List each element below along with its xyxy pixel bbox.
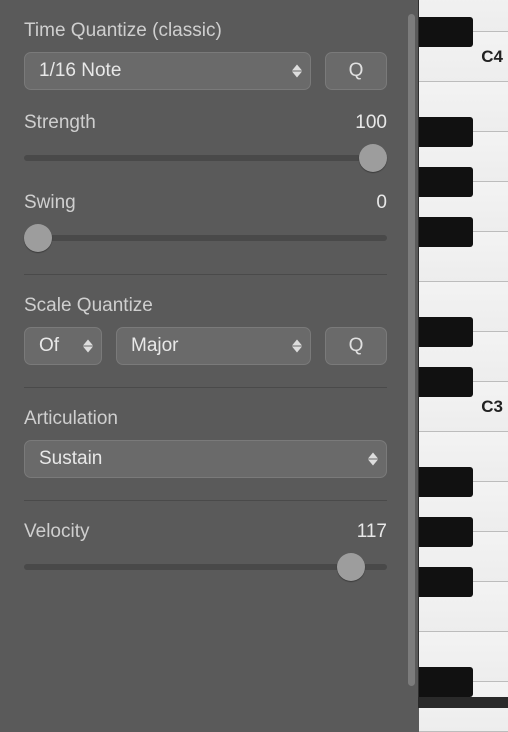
time-quantize-value: 1/16 Note [39, 60, 121, 82]
time-quantize-section: Time Quantize (classic) 1/16 Note Q Stre… [24, 20, 387, 275]
time-quantize-q-button[interactable]: Q [325, 52, 387, 90]
scale-root-select[interactable]: Of [24, 327, 102, 365]
piano-black-key[interactable] [419, 467, 473, 497]
scale-type-select[interactable]: Major [116, 327, 311, 365]
time-quantize-select[interactable]: 1/16 Note [24, 52, 311, 90]
scrollbar-thumb[interactable] [408, 14, 415, 686]
swing-value: 0 [376, 192, 387, 214]
strength-value: 100 [355, 112, 387, 134]
articulation-label: Articulation [24, 408, 118, 430]
strength-slider-thumb[interactable] [359, 144, 387, 172]
swing-slider[interactable] [24, 224, 387, 252]
scrollbar[interactable] [405, 0, 418, 697]
articulation-section: Articulation Sustain [24, 408, 387, 501]
piano-black-key[interactable] [419, 17, 473, 47]
stepper-icon [292, 340, 302, 353]
piano-black-key[interactable] [419, 317, 473, 347]
swing-slider-thumb[interactable] [24, 224, 52, 252]
articulation-select[interactable]: Sustain [24, 440, 387, 478]
velocity-label: Velocity [24, 521, 89, 543]
piano-black-key[interactable] [419, 517, 473, 547]
stepper-icon [368, 453, 378, 466]
strength-slider[interactable] [24, 144, 387, 172]
scale-type-value: Major [131, 335, 179, 357]
piano-black-key[interactable] [419, 117, 473, 147]
scale-quantize-section: Scale Quantize Of Major Q [24, 295, 387, 388]
piano-black-key[interactable] [419, 367, 473, 397]
articulation-value: Sustain [39, 448, 102, 470]
velocity-section: Velocity 117 [24, 521, 387, 603]
velocity-slider[interactable] [24, 553, 387, 581]
stepper-icon [292, 65, 302, 78]
piano-black-key[interactable] [419, 217, 473, 247]
piano-keyboard[interactable]: C4C3 [418, 0, 508, 697]
scale-quantize-q-button[interactable]: Q [325, 327, 387, 365]
strength-label: Strength [24, 112, 96, 134]
velocity-slider-thumb[interactable] [337, 553, 365, 581]
piano-black-key[interactable] [419, 567, 473, 597]
scale-root-value: Of [39, 335, 59, 357]
stepper-icon [83, 340, 93, 353]
swing-label: Swing [24, 192, 76, 214]
piano-black-key[interactable] [419, 667, 473, 697]
piano-black-key[interactable] [419, 167, 473, 197]
scale-quantize-label: Scale Quantize [24, 295, 153, 317]
time-quantize-label: Time Quantize (classic) [24, 20, 222, 42]
velocity-value: 117 [357, 521, 387, 543]
inspector-panel: Time Quantize (classic) 1/16 Note Q Stre… [0, 0, 405, 708]
